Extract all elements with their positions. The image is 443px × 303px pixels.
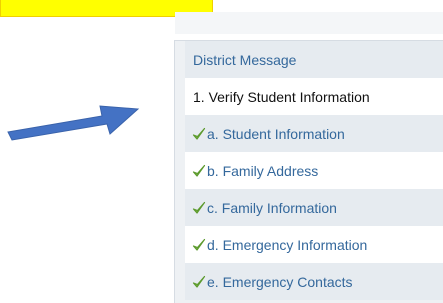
menu-item-label: 1. Verify Student Information — [193, 88, 370, 105]
top-strip — [175, 12, 443, 34]
arrow-right-icon — [7, 105, 140, 141]
menu-list: District Message 1. Verify Student Infor… — [185, 41, 443, 300]
checkmark-icon — [192, 164, 206, 178]
checkmark-icon — [192, 201, 206, 215]
menu-item-emergency-contacts[interactable]: e. Emergency Contacts — [185, 263, 443, 300]
menu-item-family-information[interactable]: c. Family Information — [185, 189, 443, 226]
navigation-menu: District Message 1. Verify Student Infor… — [174, 40, 443, 303]
menu-item-label: c. Family Information — [207, 199, 337, 216]
menu-item-family-address[interactable]: b. Family Address — [185, 152, 443, 189]
checkmark-icon — [192, 238, 206, 252]
menu-item-verify-student-information[interactable]: 1. Verify Student Information — [185, 78, 443, 115]
menu-item-label: d. Emergency Information — [207, 236, 368, 253]
menu-item-student-information[interactable]: a. Student Information — [185, 115, 443, 152]
checkmark-icon — [192, 275, 206, 289]
menu-item-emergency-information[interactable]: d. Emergency Information — [185, 226, 443, 263]
menu-item-label: a. Student Information — [207, 125, 345, 142]
menu-item-district-message[interactable]: District Message — [185, 41, 443, 78]
menu-item-label: b. Family Address — [207, 162, 319, 179]
checkmark-icon — [192, 127, 206, 141]
menu-item-label: District Message — [193, 51, 297, 68]
menu-item-label: e. Emergency Contacts — [207, 273, 353, 290]
